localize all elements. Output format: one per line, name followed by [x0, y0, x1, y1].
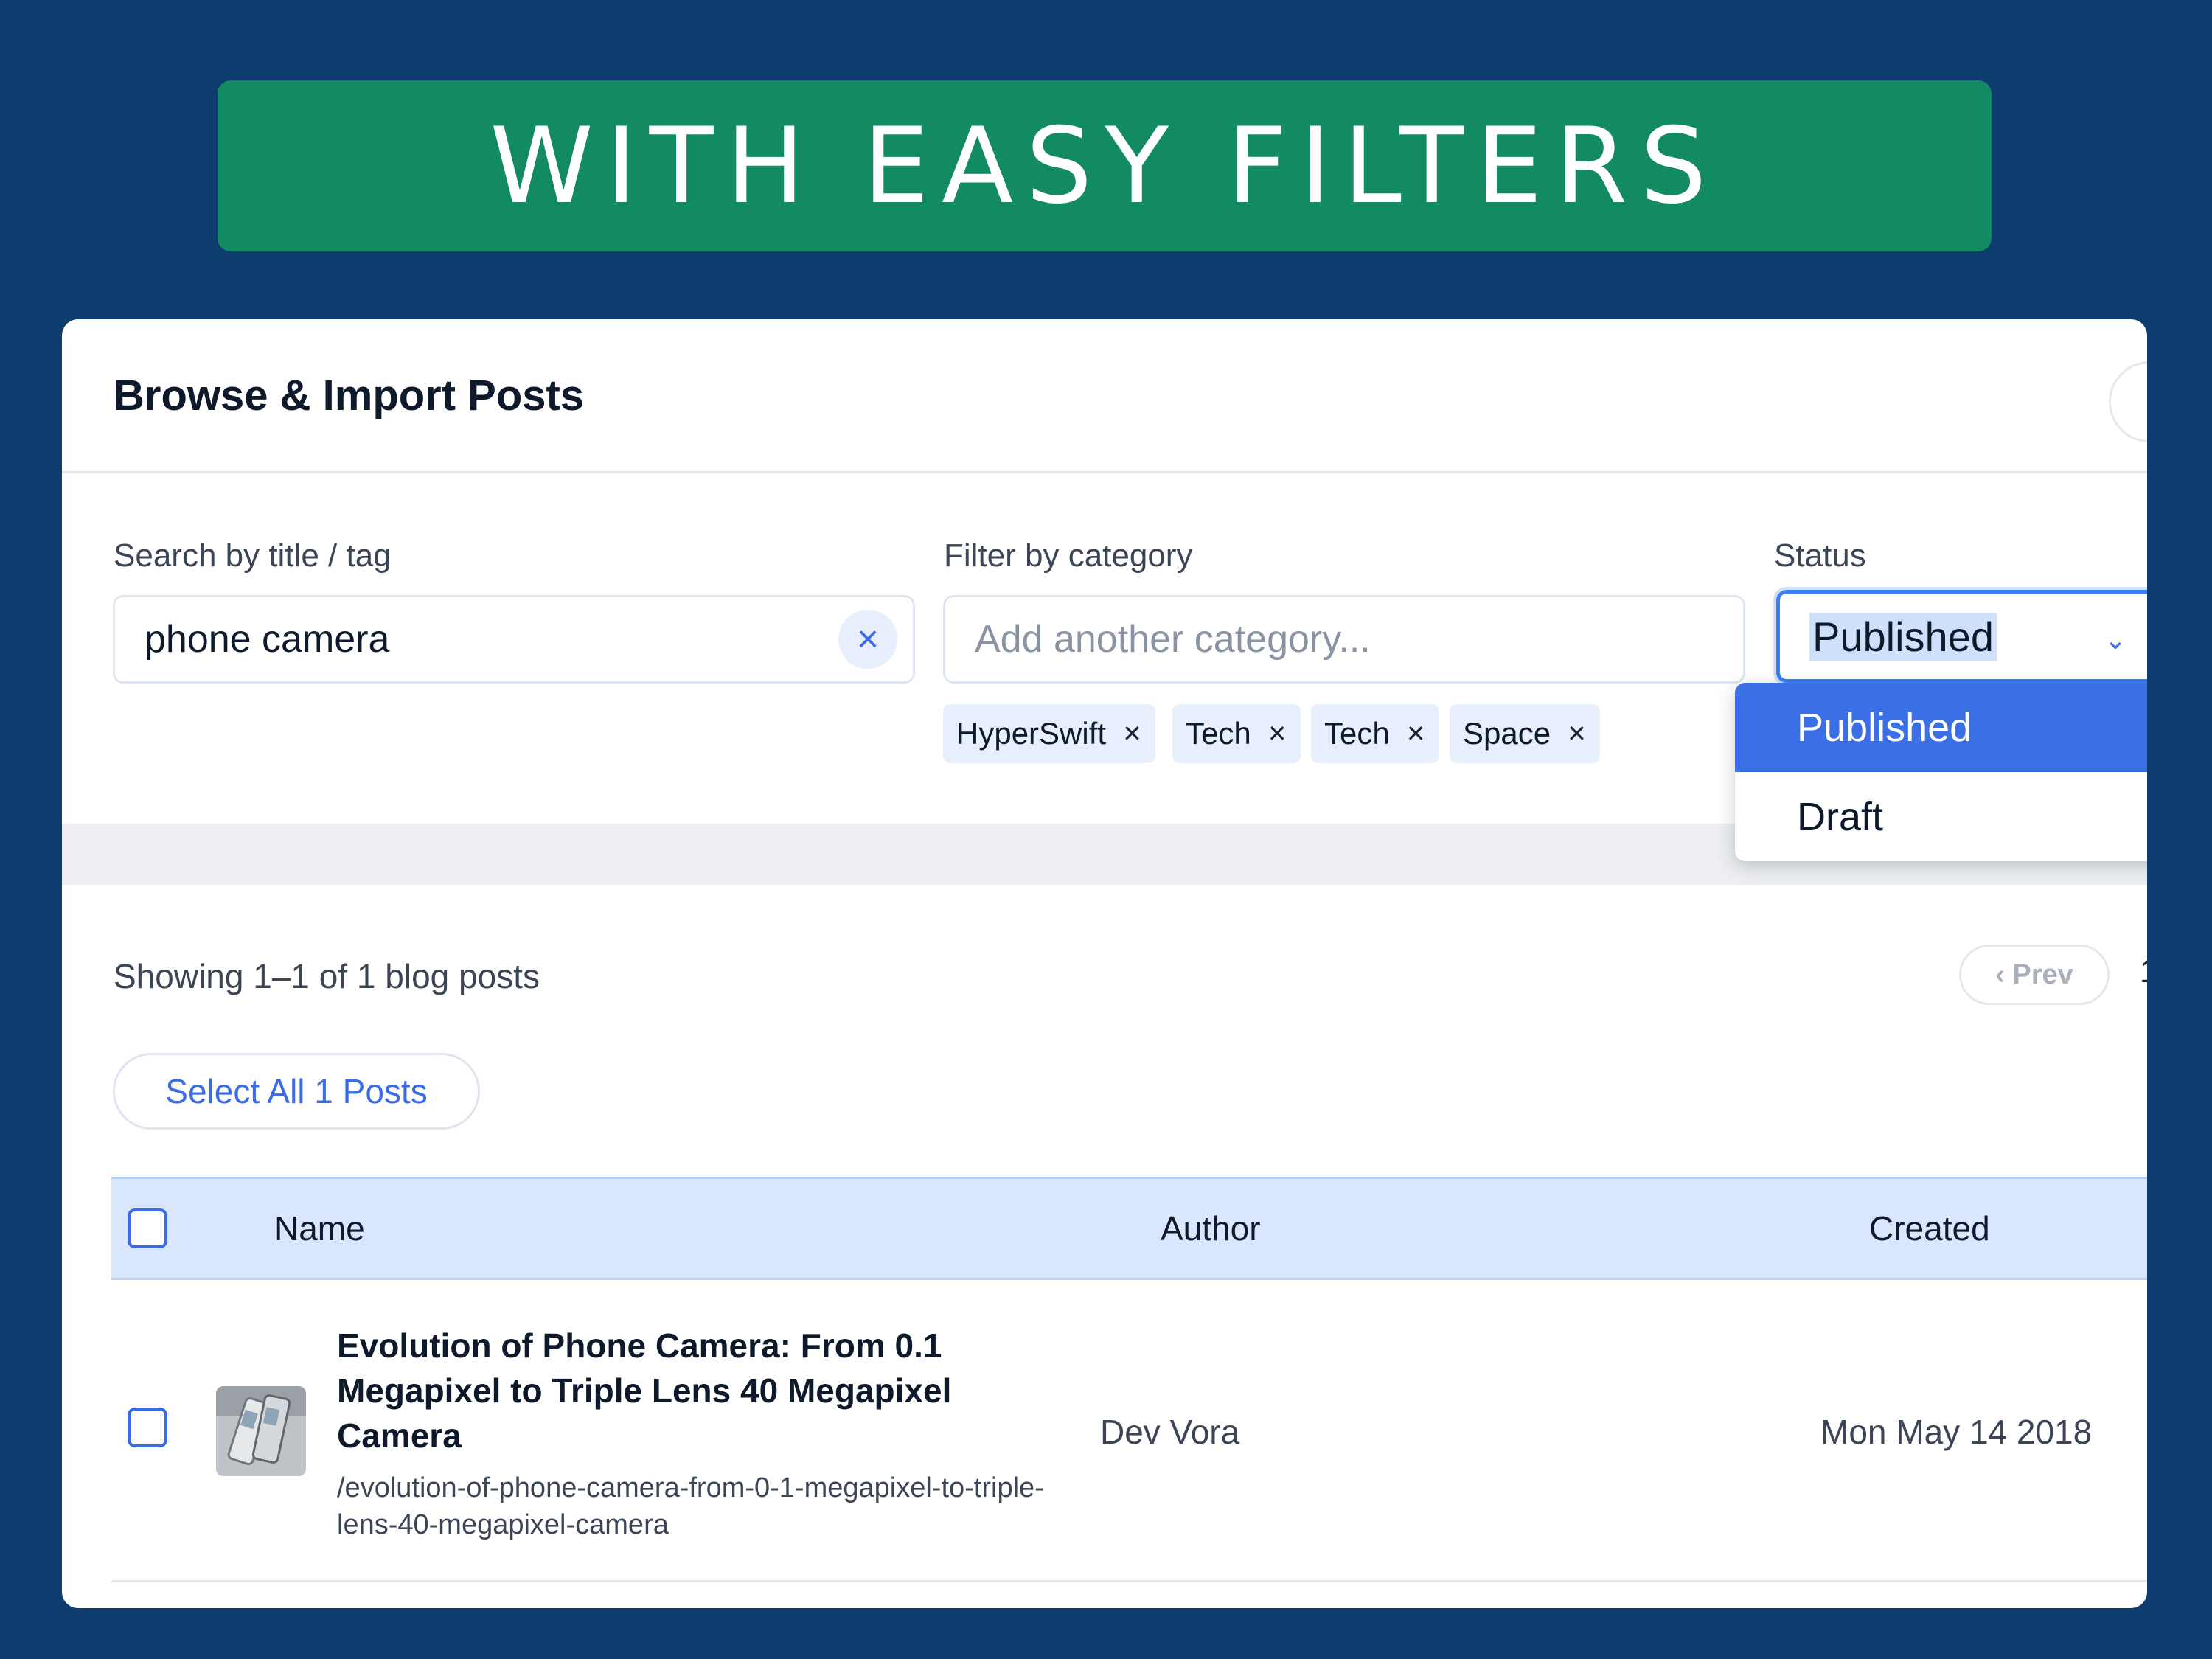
column-header-author[interactable]: Author	[1161, 1208, 1261, 1248]
card-header: Browse & Import Posts	[62, 319, 2147, 473]
banner-text: WITH EASY FILTERS	[490, 105, 1719, 227]
close-icon[interactable]: ✕	[1267, 720, 1287, 748]
category-chip[interactable]: Tech ✕	[1172, 704, 1301, 763]
status-option-draft[interactable]: Draft	[1735, 772, 2147, 861]
chip-label: HyperSwift	[956, 716, 1107, 751]
category-chip[interactable]: Space ✕	[1450, 704, 1600, 763]
select-all-checkbox[interactable]	[128, 1208, 167, 1248]
prev-page-button[interactable]: ‹ Prev	[1959, 945, 2110, 1005]
close-icon[interactable]: ✕	[1122, 720, 1142, 748]
page-number[interactable]: 1	[2140, 953, 2147, 990]
category-chip[interactable]: Tech ✕	[1311, 704, 1439, 763]
status-label: Status	[1774, 538, 1866, 574]
status-option-published[interactable]: Published	[1735, 683, 2147, 772]
close-icon[interactable]: ✕	[1567, 720, 1587, 748]
chevron-down-icon: ⌄	[2104, 625, 2126, 655]
browse-import-card: Browse & Import Posts Search by title / …	[62, 319, 2147, 1608]
post-created-date: Mon May 14 2018	[1820, 1413, 2093, 1451]
category-input[interactable]: Add another category...	[943, 595, 1745, 684]
row-divider	[111, 1580, 2147, 1582]
search-input-value: phone camera	[145, 618, 390, 661]
post-author: Dev Vora	[1100, 1413, 1240, 1451]
clear-search-button[interactable]: ×	[838, 610, 897, 669]
close-icon: ×	[856, 618, 880, 661]
promo-banner: WITH EASY FILTERS	[218, 80, 1992, 251]
post-thumbnail	[216, 1386, 306, 1476]
search-label: Search by title / tag	[114, 538, 392, 574]
results-count: Showing 1–1 of 1 blog posts	[114, 957, 540, 995]
close-icon[interactable]: ✕	[1406, 720, 1426, 748]
search-input[interactable]: phone camera	[113, 595, 915, 684]
status-selected-value: Published	[1809, 612, 1997, 661]
chip-label: Tech	[1324, 716, 1390, 751]
chip-label: Space	[1463, 716, 1551, 751]
header-action-button[interactable]	[2109, 361, 2147, 442]
status-dropdown-menu: Published Draft	[1735, 683, 2147, 861]
chip-label: Tech	[1186, 716, 1251, 751]
row-checkbox[interactable]	[128, 1408, 167, 1447]
status-select[interactable]: Published ⌄	[1776, 590, 2147, 683]
select-all-button[interactable]: Select All 1 Posts	[113, 1053, 480, 1130]
column-header-name[interactable]: Name	[274, 1208, 365, 1248]
post-slug: /evolution-of-phone-camera-from-0-1-mega…	[337, 1472, 1044, 1540]
category-label: Filter by category	[944, 538, 1193, 574]
table-header: Name Author Created	[111, 1177, 2147, 1280]
category-input-placeholder: Add another category...	[975, 618, 1371, 661]
post-title[interactable]: Evolution of Phone Camera: From 0.1 Mega…	[337, 1324, 1001, 1458]
category-chip[interactable]: HyperSwift ✕	[943, 704, 1155, 763]
page-title: Browse & Import Posts	[114, 372, 585, 420]
column-header-created[interactable]: Created	[1869, 1208, 1990, 1248]
